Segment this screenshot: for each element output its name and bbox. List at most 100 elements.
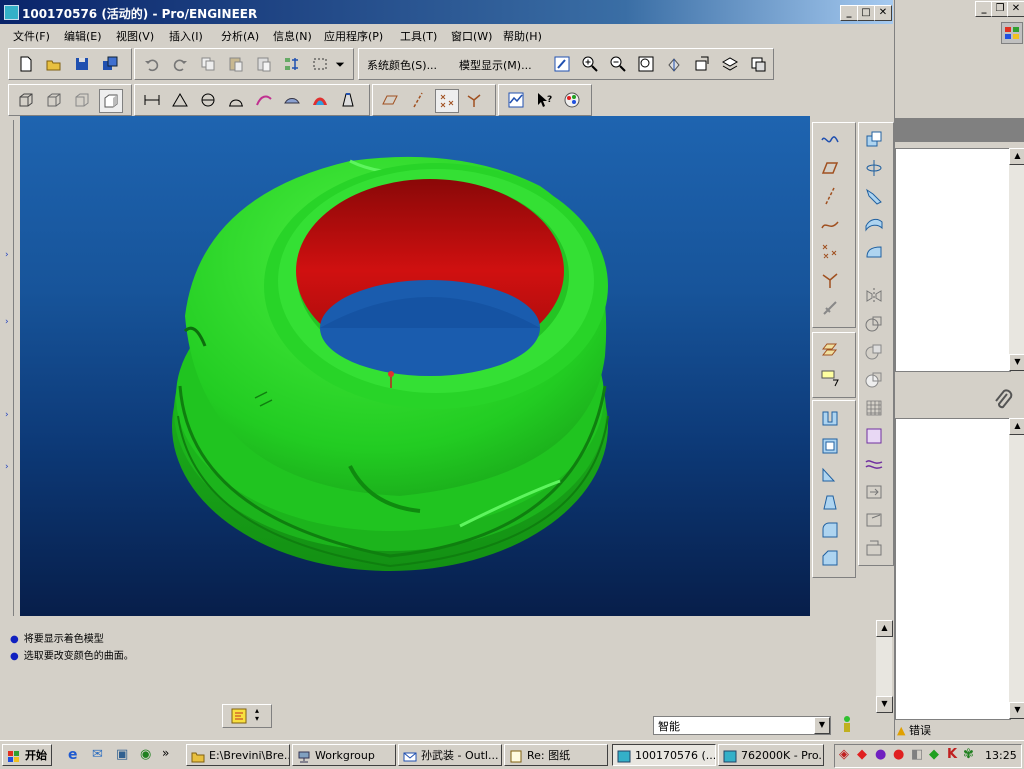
layers-icon[interactable] bbox=[719, 53, 741, 75]
scroll-up-icon[interactable]: ▲ bbox=[1009, 148, 1024, 165]
selection-filter-select[interactable]: 智能 ▼ bbox=[653, 716, 831, 735]
paste-icon[interactable] bbox=[225, 53, 247, 75]
chevron-down-icon[interactable]: ▼ bbox=[814, 717, 830, 734]
refit-icon[interactable] bbox=[635, 53, 657, 75]
new-file-icon[interactable] bbox=[15, 53, 37, 75]
extend-icon[interactable] bbox=[861, 369, 887, 391]
proe-app-icon[interactable] bbox=[4, 5, 19, 20]
model-tree-icon[interactable] bbox=[231, 708, 247, 724]
tray-app-icon[interactable]: ✾ bbox=[963, 747, 974, 762]
surface-analysis-icon[interactable] bbox=[281, 89, 303, 111]
datum-plane-tool-icon[interactable] bbox=[817, 157, 843, 179]
datum-axes-icon[interactable] bbox=[407, 89, 429, 111]
expand-arrow-icon[interactable]: › bbox=[5, 317, 9, 327]
repaint-icon[interactable] bbox=[551, 53, 573, 75]
blend-icon[interactable] bbox=[861, 213, 887, 235]
menu-edit[interactable]: 编辑(E) bbox=[64, 28, 102, 44]
bg-preview-scrollbar[interactable]: ▲ ▼ bbox=[1009, 418, 1024, 719]
tray-app-icon[interactable]: ◧ bbox=[911, 747, 923, 762]
ie-icon[interactable]: e bbox=[68, 747, 78, 763]
area-icon[interactable] bbox=[169, 89, 191, 111]
revolve-icon[interactable] bbox=[861, 157, 887, 179]
taskbar-button-proe-active[interactable]: 100170576 (... bbox=[612, 744, 716, 766]
analysis-feature-icon[interactable] bbox=[817, 297, 843, 319]
coordinate-system-tool-icon[interactable] bbox=[817, 269, 843, 291]
datum-curve-tool-icon[interactable] bbox=[817, 213, 843, 235]
copy-feature-icon[interactable] bbox=[817, 339, 843, 361]
menu-file[interactable]: 文件(F) bbox=[13, 28, 50, 44]
diameter-icon[interactable] bbox=[197, 89, 219, 111]
menu-help[interactable]: 帮助(H) bbox=[503, 28, 542, 44]
intersect-icon[interactable] bbox=[861, 537, 887, 559]
thicken-icon[interactable] bbox=[861, 481, 887, 503]
shaded-model[interactable] bbox=[20, 116, 810, 616]
coordinate-systems-icon[interactable] bbox=[463, 89, 485, 111]
system-color-button[interactable]: 系统颜色(S)... bbox=[367, 57, 437, 73]
close-button[interactable]: ✕ bbox=[874, 5, 892, 21]
scroll-down-icon[interactable]: ▼ bbox=[876, 696, 893, 713]
style-surface-icon[interactable] bbox=[861, 453, 887, 475]
tray-app-icon[interactable]: ◈ bbox=[839, 747, 849, 762]
tray-app-icon[interactable]: ● bbox=[893, 747, 904, 762]
round-icon[interactable] bbox=[817, 519, 843, 541]
bg-preview-pane[interactable] bbox=[895, 418, 1011, 720]
annotation-icon[interactable] bbox=[817, 367, 843, 389]
toggle-arrows-icon[interactable]: ▴ ▾ bbox=[255, 707, 267, 723]
menu-applications[interactable]: 应用程序(P) bbox=[324, 28, 383, 44]
wireframe-icon[interactable] bbox=[15, 89, 37, 111]
saved-views-icon[interactable] bbox=[691, 53, 713, 75]
appearance-palette-icon[interactable] bbox=[561, 89, 583, 111]
datum-planes-icon[interactable] bbox=[379, 89, 401, 111]
bg-close-button[interactable]: ✕ bbox=[1007, 1, 1024, 17]
redo-icon[interactable] bbox=[169, 53, 191, 75]
measure-icon[interactable] bbox=[141, 89, 163, 111]
merge-icon[interactable] bbox=[861, 313, 887, 335]
select-dropdown-icon[interactable] bbox=[333, 53, 347, 75]
outlook-express-icon[interactable]: ✉ bbox=[92, 747, 103, 762]
pattern-icon[interactable] bbox=[861, 397, 887, 419]
solidify-icon[interactable] bbox=[861, 509, 887, 531]
scroll-down-icon[interactable]: ▼ bbox=[1009, 354, 1024, 371]
bg-scrollbar[interactable]: ▲ ▼ bbox=[1009, 148, 1024, 371]
hole-icon[interactable] bbox=[861, 129, 887, 151]
more-chevron-icon[interactable]: » bbox=[162, 746, 169, 760]
background-window[interactable]: _ ❐ ✕ ▲ ▼ ▲ ▼ ▲ 错误 bbox=[894, 0, 1024, 740]
message-scrollbar[interactable]: ▲ ▼ bbox=[876, 620, 893, 713]
title-bar[interactable]: 100170576 (活动的) - Pro/ENGINEER _ □ ✕ bbox=[0, 0, 893, 24]
scroll-up-icon[interactable]: ▲ bbox=[1009, 418, 1024, 435]
chamfer-icon[interactable] bbox=[817, 547, 843, 569]
left-collapsed-panel[interactable]: › › › › bbox=[3, 120, 14, 616]
bg-list-pane[interactable] bbox=[895, 148, 1011, 372]
tray-app-icon[interactable]: ◆ bbox=[929, 747, 939, 762]
clock[interactable]: 13:25 bbox=[985, 749, 1017, 762]
context-help-icon[interactable]: ? bbox=[533, 89, 555, 111]
mirror-icon[interactable] bbox=[861, 285, 887, 307]
minimize-button[interactable]: _ bbox=[840, 5, 858, 21]
hidden-line-icon[interactable] bbox=[43, 89, 65, 111]
zoom-in-icon[interactable] bbox=[579, 53, 601, 75]
extrude-icon[interactable] bbox=[817, 407, 843, 429]
paste-special-icon[interactable] bbox=[253, 53, 275, 75]
shading-icon[interactable] bbox=[99, 89, 123, 113]
menu-window[interactable]: 窗口(W) bbox=[451, 28, 492, 44]
curve-analysis-icon[interactable] bbox=[225, 89, 247, 111]
taskbar-button-explorer[interactable]: E:\Brevini\Bre... bbox=[186, 744, 290, 766]
expand-arrow-icon[interactable]: › bbox=[5, 462, 9, 472]
datum-point-tool-icon[interactable] bbox=[817, 241, 843, 263]
menu-analysis[interactable]: 分析(A) bbox=[221, 28, 259, 44]
regenerate-icon[interactable] bbox=[281, 53, 303, 75]
menu-info[interactable]: 信息(N) bbox=[273, 28, 312, 44]
reorient-icon[interactable] bbox=[663, 53, 685, 75]
draft-analysis-icon[interactable] bbox=[337, 89, 359, 111]
taskbar-button-proe-other[interactable]: 762000K - Pro... bbox=[718, 744, 824, 766]
copy-icon[interactable] bbox=[197, 53, 219, 75]
graph-icon[interactable] bbox=[505, 89, 527, 111]
show-desktop-icon[interactable]: ▣ bbox=[116, 747, 128, 762]
menu-view[interactable]: 视图(V) bbox=[116, 28, 154, 44]
tray-app-icon[interactable]: K bbox=[947, 747, 957, 762]
save-copy-icon[interactable] bbox=[99, 53, 121, 75]
select-box-icon[interactable] bbox=[309, 53, 331, 75]
sweep-icon[interactable] bbox=[861, 185, 887, 207]
taskbar-button-mail-reply[interactable]: Re: 图纸 bbox=[504, 744, 608, 766]
shaded-curvature-icon[interactable] bbox=[309, 89, 331, 111]
